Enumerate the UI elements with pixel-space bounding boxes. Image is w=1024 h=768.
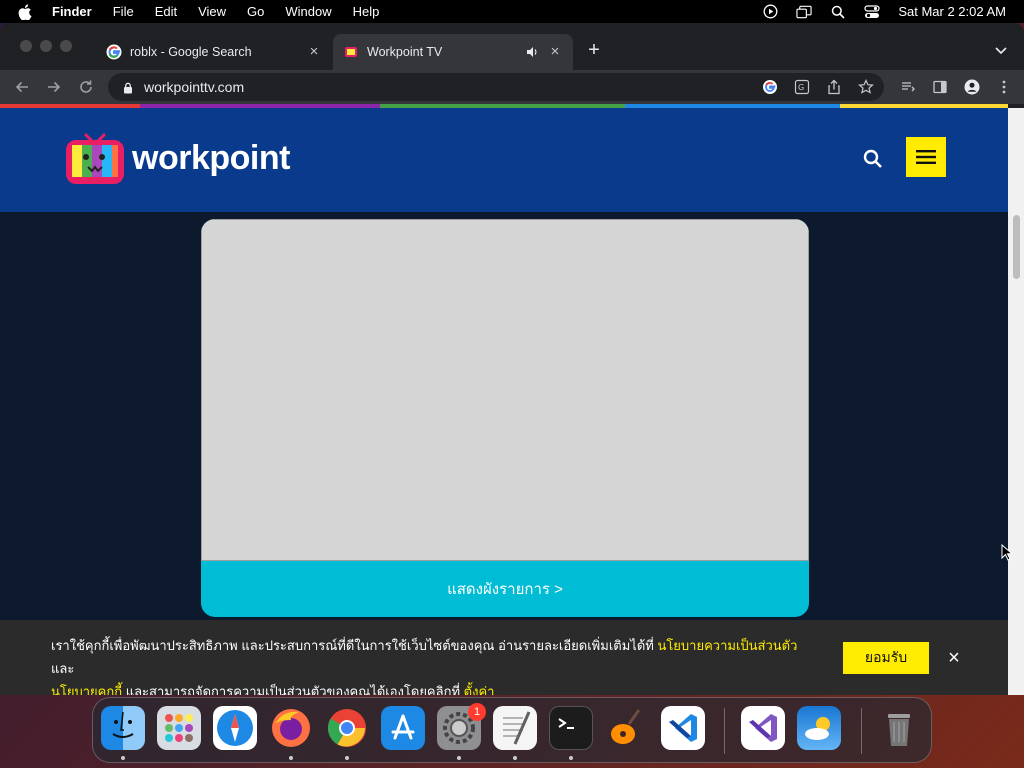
- browser-window: roblx - Google Search × Workpoint TV × +: [0, 23, 1024, 695]
- close-tab-icon[interactable]: ×: [547, 44, 563, 60]
- menu-button[interactable]: [906, 137, 946, 177]
- running-indicator: [289, 756, 293, 760]
- cookie-settings-link[interactable]: ตั้งค่า: [464, 684, 495, 695]
- back-arrow-icon[interactable]: [14, 79, 30, 95]
- cookie-banner: เราใช้คุกกี้เพื่อพัฒนาประสิทธิภาพ และประ…: [0, 620, 1008, 695]
- apple-icon[interactable]: [18, 3, 32, 20]
- dock-separator: [861, 708, 862, 754]
- chevron-down-icon[interactable]: [994, 43, 1008, 57]
- running-indicator: [457, 756, 461, 760]
- running-indicator: [513, 756, 517, 760]
- tab-workpoint-tv[interactable]: Workpoint TV ×: [333, 34, 573, 70]
- hamburger-icon: [916, 150, 936, 164]
- chrome-icon[interactable]: [325, 706, 369, 750]
- menu-bar: Finder File Edit View Go Window Help Sat…: [0, 0, 1024, 23]
- translate-icon[interactable]: G: [794, 79, 810, 95]
- mouse-cursor-icon: [1001, 544, 1013, 561]
- running-indicator: [345, 756, 349, 760]
- weather-icon[interactable]: [797, 706, 841, 750]
- running-indicator: [569, 756, 573, 760]
- screen-mirroring-icon[interactable]: [796, 4, 812, 20]
- tab-google-search[interactable]: roblx - Google Search ×: [96, 34, 332, 70]
- cookie-policy-link[interactable]: นโยบายคุกกี้: [51, 684, 122, 695]
- menu-clock[interactable]: Sat Mar 2 2:02 AM: [898, 4, 1006, 19]
- close-cookie-banner-icon[interactable]: ×: [945, 648, 963, 668]
- menu-help[interactable]: Help: [353, 4, 380, 19]
- textedit-icon[interactable]: [493, 706, 537, 750]
- video-player[interactable]: [201, 219, 809, 561]
- cookie-text-part: และสามารถจัดการความเป็นส่วนตัวของคุณได้เ…: [122, 684, 464, 695]
- forward-arrow-icon[interactable]: [46, 79, 62, 95]
- workpoint-icon: [343, 44, 359, 60]
- svg-text:G: G: [798, 83, 804, 92]
- scrollbar-track[interactable]: [1008, 108, 1024, 695]
- notification-badge: 1: [468, 703, 486, 721]
- tab-title: roblx - Google Search: [130, 45, 252, 59]
- speaker-icon[interactable]: [525, 45, 539, 59]
- reading-list-icon[interactable]: [900, 79, 916, 95]
- menu-file[interactable]: File: [113, 4, 134, 19]
- reload-icon[interactable]: [78, 79, 94, 95]
- window-controls: [20, 40, 72, 52]
- cookie-text-part: เราใช้คุกกี้เพื่อพัฒนาประสิทธิภาพ และประ…: [51, 638, 658, 653]
- app-store-icon[interactable]: [381, 706, 425, 750]
- close-window-button[interactable]: [20, 40, 32, 52]
- cookie-text-part: และ: [51, 661, 75, 676]
- share-icon[interactable]: [826, 79, 842, 95]
- zoom-window-button[interactable]: [60, 40, 72, 52]
- bookmark-star-icon[interactable]: [858, 79, 874, 95]
- trash-icon[interactable]: [877, 706, 921, 750]
- tab-strip: roblx - Google Search × Workpoint TV × +: [0, 23, 1024, 70]
- browser-toolbar: workpointtv.com G: [0, 70, 1024, 104]
- privacy-policy-link[interactable]: นโยบายความเป็นส่วนตัว: [657, 638, 797, 653]
- side-panel-icon[interactable]: [932, 79, 948, 95]
- page-viewport: workpoint แสดงผังรายการ > เราใช้คุกกี้เพ…: [0, 108, 1008, 695]
- address-bar[interactable]: workpointtv.com G: [108, 73, 884, 101]
- dock-separator: [724, 708, 725, 754]
- accept-cookies-button[interactable]: ยอมรับ: [843, 642, 929, 674]
- tab-title: Workpoint TV: [367, 45, 443, 59]
- play-circle-icon[interactable]: [762, 4, 778, 20]
- garageband-icon[interactable]: [605, 706, 649, 750]
- url-text[interactable]: workpointtv.com: [144, 79, 244, 95]
- firefox-icon[interactable]: [269, 706, 313, 750]
- menu-app-name[interactable]: Finder: [52, 4, 92, 19]
- dock: [92, 697, 932, 763]
- more-vert-icon[interactable]: [996, 79, 1012, 95]
- menu-go[interactable]: Go: [247, 4, 264, 19]
- google-lens-icon[interactable]: [762, 79, 778, 95]
- running-indicator: [121, 756, 125, 760]
- visual-studio-icon[interactable]: [741, 706, 785, 750]
- workpoint-tv-logo-icon: [66, 133, 124, 184]
- terminal-icon[interactable]: [549, 706, 593, 750]
- google-icon: [106, 44, 122, 60]
- cookie-message: เราใช้คุกกี้เพื่อพัฒนาประสิทธิภาพ และประ…: [51, 634, 811, 695]
- menu-window[interactable]: Window: [285, 4, 331, 19]
- show-schedule-button[interactable]: แสดงผังรายการ >: [201, 561, 809, 617]
- control-center-icon[interactable]: [864, 4, 880, 20]
- profile-icon[interactable]: [964, 79, 980, 95]
- new-tab-icon[interactable]: +: [585, 40, 603, 60]
- launchpad-icon[interactable]: [157, 706, 201, 750]
- scrollbar-thumb[interactable]: [1013, 215, 1020, 279]
- close-tab-icon[interactable]: ×: [306, 44, 322, 60]
- safari-icon[interactable]: [213, 706, 257, 750]
- vscode-icon[interactable]: [661, 706, 705, 750]
- video-card: แสดงผังรายการ >: [201, 219, 809, 617]
- site-header: workpoint: [0, 108, 1008, 212]
- lock-icon[interactable]: [122, 81, 134, 94]
- minimize-window-button[interactable]: [40, 40, 52, 52]
- spotlight-search-icon[interactable]: [830, 4, 846, 20]
- menu-edit[interactable]: Edit: [155, 4, 177, 19]
- logo-text: workpoint: [132, 138, 290, 177]
- menu-view[interactable]: View: [198, 4, 226, 19]
- finder-icon[interactable]: [101, 706, 145, 750]
- search-icon[interactable]: [862, 148, 884, 170]
- workpoint-logo[interactable]: workpoint: [64, 128, 290, 188]
